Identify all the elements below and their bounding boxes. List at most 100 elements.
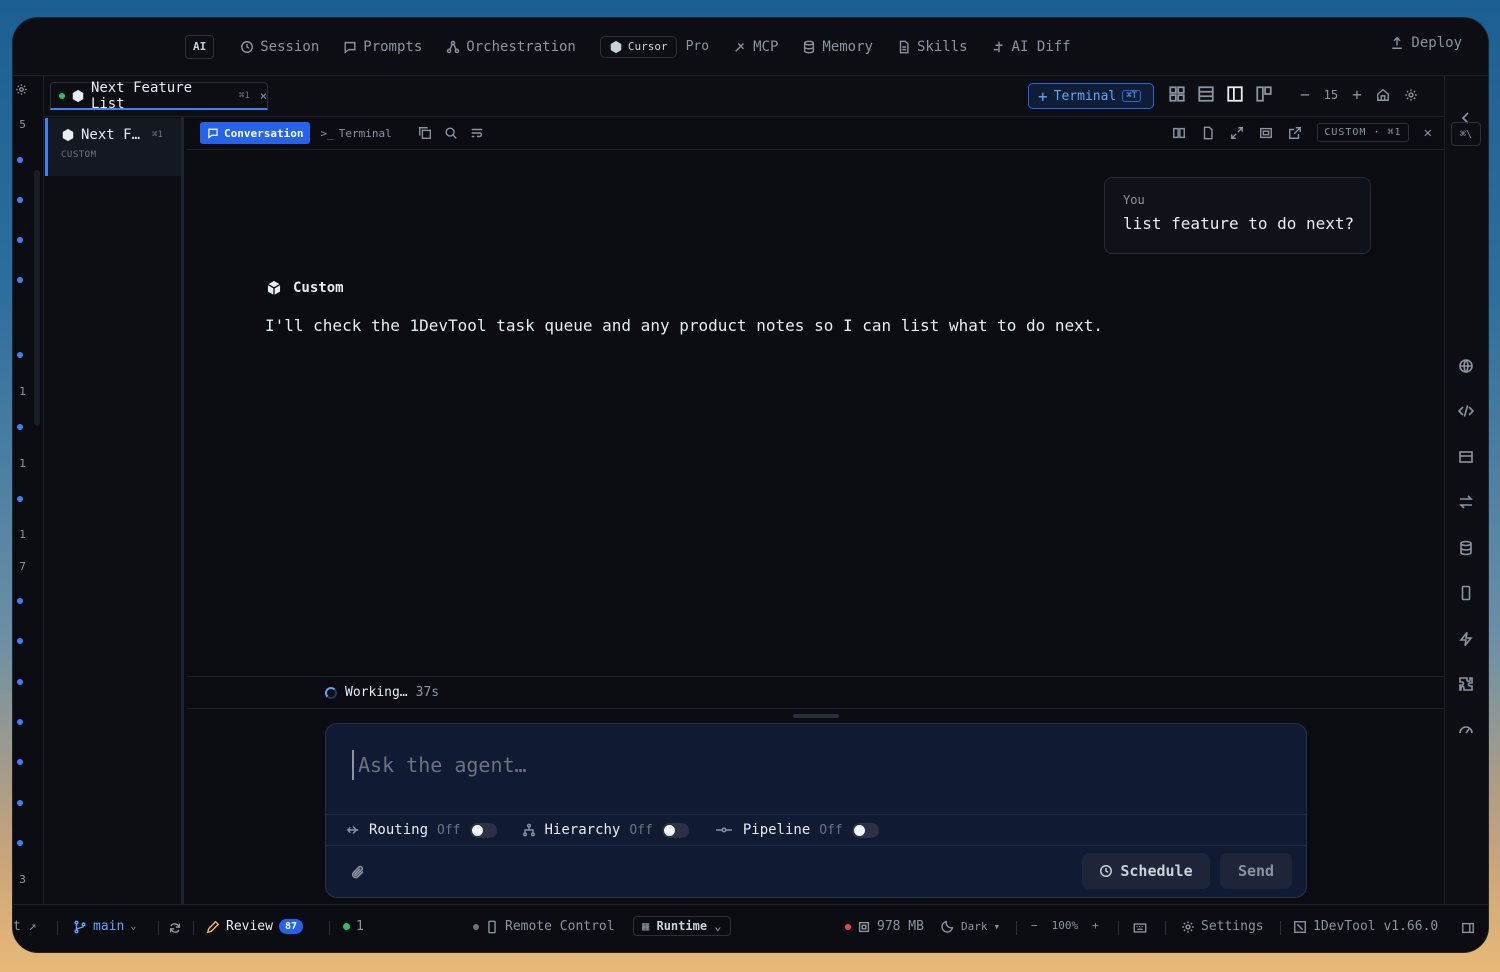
session-list: Next F… ⌘1 CUSTOM xyxy=(44,117,184,906)
search-icon[interactable] xyxy=(444,126,458,140)
increase-font-button[interactable]: + xyxy=(1352,85,1362,104)
book-icon[interactable] xyxy=(1172,126,1186,140)
agent-prompt-input[interactable] xyxy=(352,750,1252,780)
nav-mcp-label: MCP xyxy=(753,38,779,55)
branch-selector[interactable]: main ⌄ xyxy=(73,919,136,934)
nav-session[interactable]: Session xyxy=(240,35,319,59)
terminal-button-label: Terminal xyxy=(1053,88,1117,104)
external-link[interactable]: t ↗ xyxy=(13,919,36,934)
send-button[interactable]: Send xyxy=(1220,853,1292,889)
layout-tools xyxy=(1168,85,1273,103)
theme-selector[interactable]: Dark ▾ xyxy=(941,919,1000,933)
divider xyxy=(57,921,58,935)
code-icon[interactable] xyxy=(1458,403,1474,419)
rail-mark: 7 xyxy=(19,560,26,573)
keyboard-icon[interactable] xyxy=(1133,921,1147,935)
mobile-icon xyxy=(485,920,499,934)
zoom-out-button[interactable]: − xyxy=(1031,919,1038,932)
nav-prompts[interactable]: Prompts xyxy=(343,35,422,59)
active-agents[interactable]: 1 xyxy=(343,919,364,934)
panel-icon[interactable] xyxy=(1458,449,1474,465)
status-dot xyxy=(59,92,65,99)
wrap-icon[interactable] xyxy=(470,126,484,140)
copy-icon[interactable] xyxy=(418,126,432,140)
tab-next-feature-list[interactable]: Next Feature List ⌘1 × xyxy=(50,80,268,112)
rows-layout-icon[interactable] xyxy=(1197,85,1215,103)
session-item[interactable]: Next F… ⌘1 CUSTOM xyxy=(45,118,181,176)
puzzle-icon[interactable] xyxy=(1458,676,1474,692)
settings-button[interactable]: Settings xyxy=(1181,919,1264,934)
rail-mark: 1 xyxy=(19,528,26,541)
paperclip-icon[interactable] xyxy=(350,864,366,880)
nav-skills[interactable]: Skills xyxy=(897,35,968,59)
app-version[interactable]: 1DevTool v1.66.0 xyxy=(1293,919,1438,934)
pipeline-toggle[interactable] xyxy=(851,822,879,838)
routing-label: Routing xyxy=(369,822,429,838)
review-count-badge: 87 xyxy=(278,919,304,934)
resize-handle[interactable] xyxy=(793,714,839,718)
tab-close-button[interactable]: × xyxy=(260,89,267,103)
user-message: You list feature to do next? xyxy=(1104,177,1371,254)
ai-badge[interactable]: AI xyxy=(185,34,215,59)
board-layout-icon[interactable] xyxy=(1255,85,1273,103)
chevron-down-icon: ⌄ xyxy=(130,921,137,932)
conversation-tools xyxy=(418,126,484,140)
sidebar-toggle-icon[interactable] xyxy=(1461,921,1475,935)
custom-agent-pill[interactable]: CUSTOM · ⌘1 xyxy=(1317,123,1409,142)
zoom-control: − 100% + xyxy=(1031,919,1099,932)
working-status: Working… 37s xyxy=(187,676,1444,709)
pencil-icon xyxy=(206,920,220,934)
runtime-selector[interactable]: ▦ Runtime ⌄ xyxy=(633,916,731,936)
grid-layout-icon[interactable] xyxy=(1168,85,1186,103)
split-layout-icon[interactable] xyxy=(1226,85,1244,103)
gauge-icon[interactable] xyxy=(1458,721,1474,737)
mobile-icon[interactable] xyxy=(1458,585,1474,601)
app-logo-icon xyxy=(1293,920,1307,934)
rail-dot xyxy=(17,277,23,283)
nav-mcp[interactable]: MCP xyxy=(733,35,778,59)
hierarchy-label: Hierarchy xyxy=(544,822,621,838)
cursor-selector[interactable]: Cursor xyxy=(599,35,677,58)
database-icon[interactable] xyxy=(1458,540,1474,556)
remote-control[interactable]: Remote Control xyxy=(473,919,615,934)
globe-icon[interactable] xyxy=(1458,358,1474,374)
decrease-font-button[interactable]: − xyxy=(1300,85,1310,104)
home-icon[interactable] xyxy=(1376,88,1390,102)
rail-dot xyxy=(17,719,23,725)
settings-label: Settings xyxy=(1201,919,1264,934)
status-bar: t ↗ main ⌄ Review 87 1 Remote Control ▦ xyxy=(13,904,1488,952)
rail-mark: 1 xyxy=(19,457,26,470)
refresh-icon[interactable] xyxy=(168,921,182,935)
nav-orchestration[interactable]: Orchestration xyxy=(446,35,576,59)
cursor-label: Cursor xyxy=(627,40,668,53)
message-icon xyxy=(343,40,357,54)
tab-conversation[interactable]: Conversation xyxy=(200,122,311,144)
expand-icon[interactable] xyxy=(1230,126,1244,140)
memory-value: 978 MB xyxy=(877,919,924,934)
file-icon[interactable] xyxy=(1201,126,1215,140)
gear-icon[interactable] xyxy=(15,83,28,96)
swap-icon[interactable] xyxy=(1458,494,1474,510)
picture-in-picture-icon[interactable] xyxy=(1259,126,1273,140)
hierarchy-toggle[interactable] xyxy=(661,822,689,838)
divider xyxy=(1016,921,1017,935)
routing-toggle[interactable] xyxy=(469,822,497,838)
hierarchy-state: Off xyxy=(629,822,653,838)
toggle-panel-shortcut[interactable]: ⌘\ xyxy=(1451,122,1481,146)
font-size-tools: − 15 + xyxy=(1300,85,1418,104)
schedule-button[interactable]: Schedule xyxy=(1082,853,1210,889)
new-terminal-button[interactable]: + Terminal ⌘T xyxy=(1028,83,1154,109)
nav-ai-diff[interactable]: AI Diff xyxy=(992,35,1071,59)
panel-close-button[interactable]: ✕ xyxy=(1424,125,1432,141)
settings-gear-icon[interactable] xyxy=(1404,88,1418,102)
lightning-icon[interactable] xyxy=(1458,631,1474,647)
tab-terminal[interactable]: >_ Terminal xyxy=(320,127,391,140)
spinner-icon xyxy=(325,686,337,699)
zoom-in-button[interactable]: + xyxy=(1092,919,1099,932)
deploy-button[interactable]: Deploy xyxy=(1390,35,1462,51)
external-link-icon[interactable] xyxy=(1288,126,1302,140)
review-button[interactable]: Review 87 xyxy=(206,919,304,934)
chevron-down-icon: ⌄ xyxy=(714,919,722,933)
caret-down-icon: ▾ xyxy=(993,919,1001,933)
nav-memory[interactable]: Memory xyxy=(802,35,873,59)
